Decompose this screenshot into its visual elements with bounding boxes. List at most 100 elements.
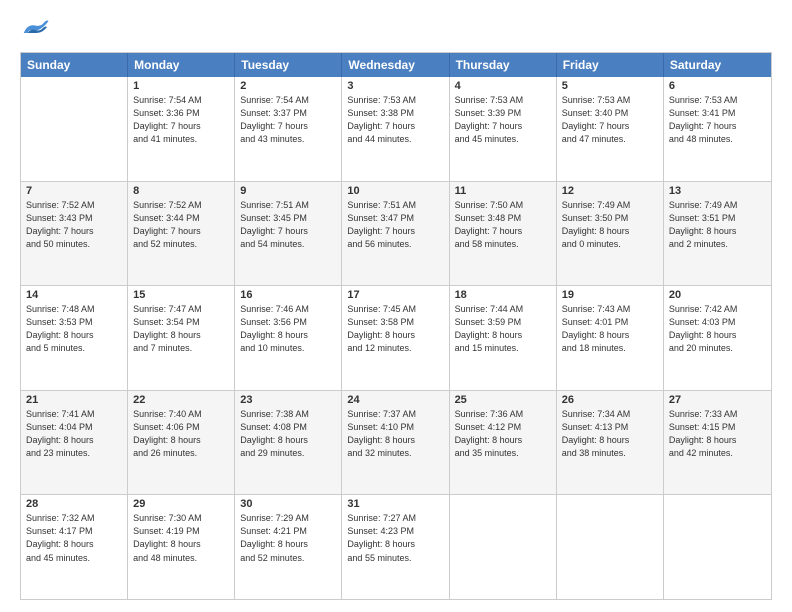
day-info: Sunrise: 7:38 AM Sunset: 4:08 PM Dayligh… [240,408,336,460]
day-number: 19 [562,289,658,301]
day-info: Sunrise: 7:48 AM Sunset: 3:53 PM Dayligh… [26,303,122,355]
day-info: Sunrise: 7:40 AM Sunset: 4:06 PM Dayligh… [133,408,229,460]
day-info: Sunrise: 7:52 AM Sunset: 3:44 PM Dayligh… [133,199,229,251]
day-number: 21 [26,394,122,406]
header-day-tuesday: Tuesday [235,53,342,77]
day-number: 24 [347,394,443,406]
day-info: Sunrise: 7:43 AM Sunset: 4:01 PM Dayligh… [562,303,658,355]
day-info: Sunrise: 7:49 AM Sunset: 3:51 PM Dayligh… [669,199,766,251]
calendar: SundayMondayTuesdayWednesdayThursdayFrid… [20,52,772,600]
header-day-monday: Monday [128,53,235,77]
day-info: Sunrise: 7:53 AM Sunset: 3:39 PM Dayligh… [455,94,551,146]
day-cell-4: 4 Sunrise: 7:53 AM Sunset: 3:39 PM Daylig… [450,77,557,181]
logo [20,18,54,42]
day-cell-19: 19 Sunrise: 7:43 AM Sunset: 4:01 PM Dayli… [557,286,664,390]
day-number: 17 [347,289,443,301]
day-cell-29: 29 Sunrise: 7:30 AM Sunset: 4:19 PM Dayli… [128,495,235,599]
header-day-friday: Friday [557,53,664,77]
day-number: 25 [455,394,551,406]
day-cell-9: 9Sunrise: 7:51 AM Sunset: 3:45 PM Daylig… [235,182,342,286]
day-number: 29 [133,498,229,510]
day-cell-30: 30 Sunrise: 7:29 AM Sunset: 4:21 PM Dayli… [235,495,342,599]
empty-cell [21,77,128,181]
calendar-week-5: 28 Sunrise: 7:32 AM Sunset: 4:17 PM Dayli… [21,494,771,599]
day-number: 26 [562,394,658,406]
day-cell-31: 31 Sunrise: 7:27 AM Sunset: 4:23 PM Dayli… [342,495,449,599]
day-number: 7 [26,185,122,197]
calendar-week-3: 14Sunrise: 7:48 AM Sunset: 3:53 PM Dayli… [21,285,771,390]
empty-cell [664,495,771,599]
empty-cell [557,495,664,599]
day-cell-17: 17 Sunrise: 7:45 AM Sunset: 3:58 PM Dayli… [342,286,449,390]
day-number: 28 [26,498,122,510]
day-info: Sunrise: 7:36 AM Sunset: 4:12 PM Dayligh… [455,408,551,460]
day-cell-25: 25 Sunrise: 7:36 AM Sunset: 4:12 PM Dayli… [450,391,557,495]
day-info: Sunrise: 7:54 AM Sunset: 3:36 PM Dayligh… [133,94,229,146]
day-info: Sunrise: 7:27 AM Sunset: 4:23 PM Dayligh… [347,512,443,564]
day-info: Sunrise: 7:37 AM Sunset: 4:10 PM Dayligh… [347,408,443,460]
header-day-wednesday: Wednesday [342,53,449,77]
day-number: 1 [133,80,229,92]
day-number: 16 [240,289,336,301]
day-info: Sunrise: 7:33 AM Sunset: 4:15 PM Dayligh… [669,408,766,460]
day-number: 31 [347,498,443,510]
day-number: 3 [347,80,443,92]
day-info: Sunrise: 7:32 AM Sunset: 4:17 PM Dayligh… [26,512,122,564]
day-info: Sunrise: 7:45 AM Sunset: 3:58 PM Dayligh… [347,303,443,355]
day-info: Sunrise: 7:34 AM Sunset: 4:13 PM Dayligh… [562,408,658,460]
day-info: Sunrise: 7:51 AM Sunset: 3:47 PM Dayligh… [347,199,443,251]
day-cell-15: 15 Sunrise: 7:47 AM Sunset: 3:54 PM Dayli… [128,286,235,390]
day-info: Sunrise: 7:44 AM Sunset: 3:59 PM Dayligh… [455,303,551,355]
day-number: 18 [455,289,551,301]
header-day-sunday: Sunday [21,53,128,77]
day-info: Sunrise: 7:46 AM Sunset: 3:56 PM Dayligh… [240,303,336,355]
logo-icon [20,18,50,42]
day-info: Sunrise: 7:53 AM Sunset: 3:40 PM Dayligh… [562,94,658,146]
day-info: Sunrise: 7:42 AM Sunset: 4:03 PM Dayligh… [669,303,766,355]
day-cell-11: 11Sunrise: 7:50 AM Sunset: 3:48 PM Dayli… [450,182,557,286]
day-cell-18: 18 Sunrise: 7:44 AM Sunset: 3:59 PM Dayli… [450,286,557,390]
day-cell-3: 3 Sunrise: 7:53 AM Sunset: 3:38 PM Daylig… [342,77,449,181]
calendar-week-1: 1 Sunrise: 7:54 AM Sunset: 3:36 PM Daylig… [21,77,771,181]
day-number: 15 [133,289,229,301]
day-info: Sunrise: 7:52 AM Sunset: 3:43 PM Dayligh… [26,199,122,251]
day-number: 12 [562,185,658,197]
day-cell-5: 5 Sunrise: 7:53 AM Sunset: 3:40 PM Daylig… [557,77,664,181]
day-info: Sunrise: 7:41 AM Sunset: 4:04 PM Dayligh… [26,408,122,460]
day-info: Sunrise: 7:30 AM Sunset: 4:19 PM Dayligh… [133,512,229,564]
day-number: 2 [240,80,336,92]
header-day-thursday: Thursday [450,53,557,77]
day-cell-26: 26 Sunrise: 7:34 AM Sunset: 4:13 PM Dayli… [557,391,664,495]
calendar-week-2: 7 Sunrise: 7:52 AM Sunset: 3:43 PM Daylig… [21,181,771,286]
day-number: 30 [240,498,336,510]
day-number: 23 [240,394,336,406]
header [20,18,772,42]
day-cell-22: 22 Sunrise: 7:40 AM Sunset: 4:06 PM Dayli… [128,391,235,495]
day-cell-20: 20 Sunrise: 7:42 AM Sunset: 4:03 PM Dayli… [664,286,771,390]
day-info: Sunrise: 7:47 AM Sunset: 3:54 PM Dayligh… [133,303,229,355]
day-cell-7: 7 Sunrise: 7:52 AM Sunset: 3:43 PM Daylig… [21,182,128,286]
day-number: 13 [669,185,766,197]
day-number: 22 [133,394,229,406]
day-info: Sunrise: 7:49 AM Sunset: 3:50 PM Dayligh… [562,199,658,251]
day-number: 5 [562,80,658,92]
calendar-week-4: 21 Sunrise: 7:41 AM Sunset: 4:04 PM Dayli… [21,390,771,495]
day-cell-10: 10 Sunrise: 7:51 AM Sunset: 3:47 PM Dayli… [342,182,449,286]
day-info: Sunrise: 7:51 AM Sunset: 3:45 PM Dayligh… [240,199,336,251]
day-info: Sunrise: 7:29 AM Sunset: 4:21 PM Dayligh… [240,512,336,564]
day-cell-13: 13 Sunrise: 7:49 AM Sunset: 3:51 PM Dayli… [664,182,771,286]
day-cell-8: 8 Sunrise: 7:52 AM Sunset: 3:44 PM Daylig… [128,182,235,286]
day-number: 27 [669,394,766,406]
day-cell-6: 6Sunrise: 7:53 AM Sunset: 3:41 PM Daylig… [664,77,771,181]
day-info: Sunrise: 7:53 AM Sunset: 3:38 PM Dayligh… [347,94,443,146]
day-cell-28: 28 Sunrise: 7:32 AM Sunset: 4:17 PM Dayli… [21,495,128,599]
day-cell-21: 21 Sunrise: 7:41 AM Sunset: 4:04 PM Dayli… [21,391,128,495]
day-number: 4 [455,80,551,92]
day-number: 10 [347,185,443,197]
day-number: 20 [669,289,766,301]
day-number: 8 [133,185,229,197]
day-cell-23: 23 Sunrise: 7:38 AM Sunset: 4:08 PM Dayli… [235,391,342,495]
day-number: 6 [669,80,766,92]
day-cell-2: 2Sunrise: 7:54 AM Sunset: 3:37 PM Daylig… [235,77,342,181]
day-cell-14: 14Sunrise: 7:48 AM Sunset: 3:53 PM Dayli… [21,286,128,390]
